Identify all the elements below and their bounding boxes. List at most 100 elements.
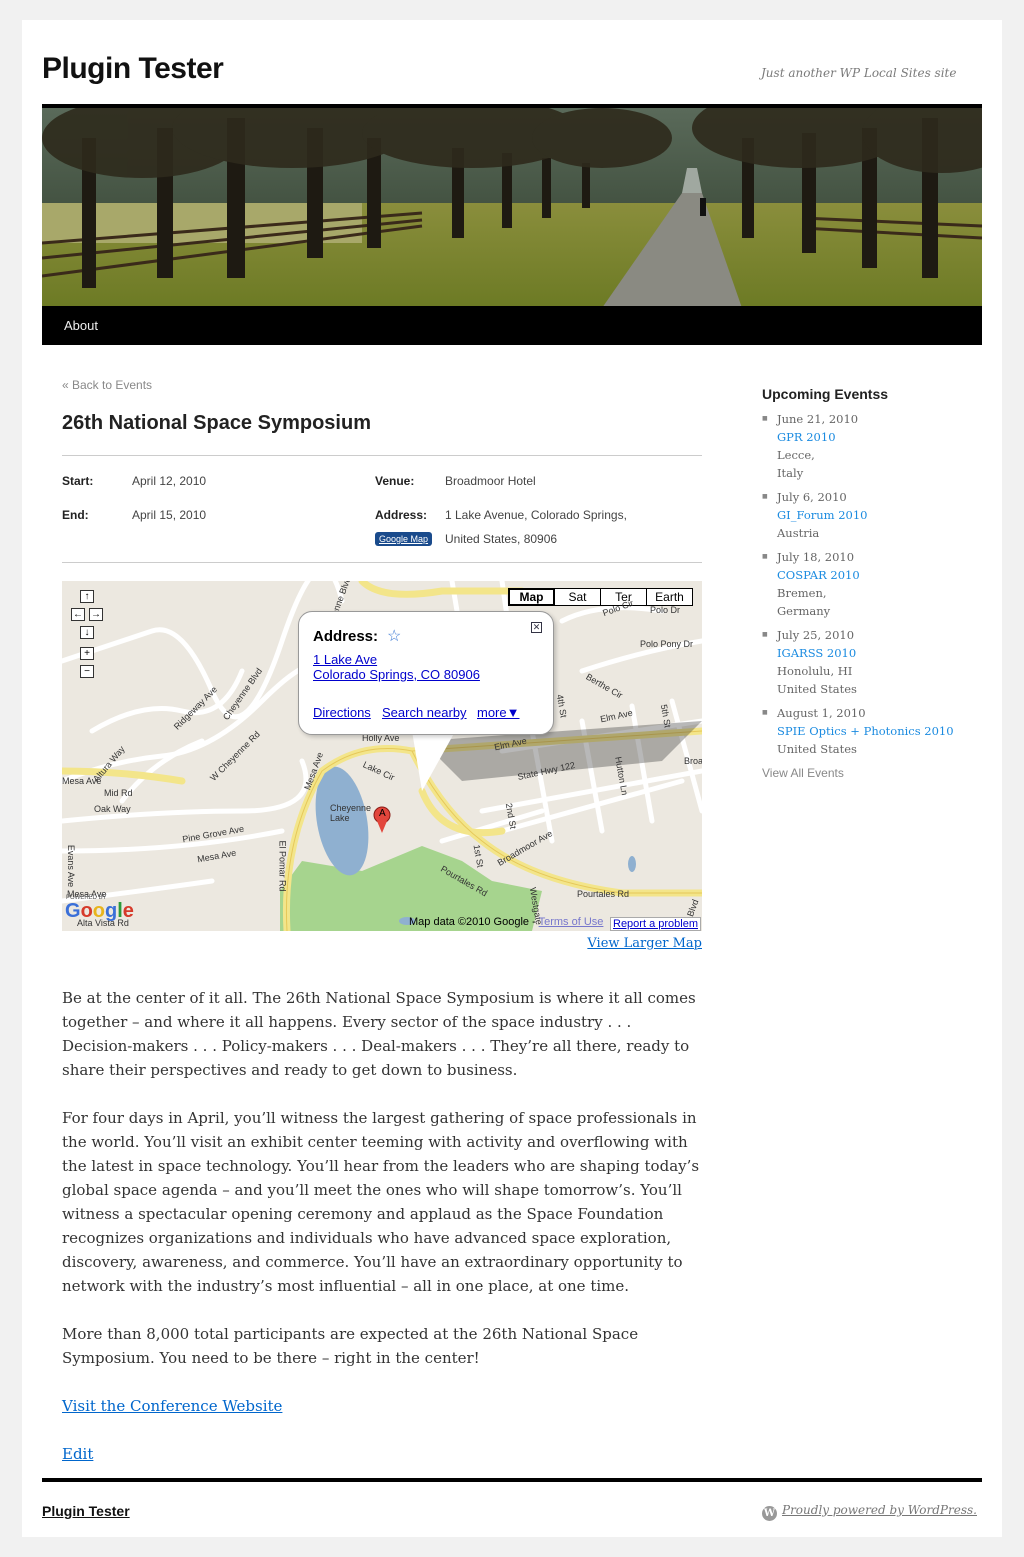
map-label: Pine Grove Ave bbox=[181, 823, 245, 845]
list-item: August 1, 2010 SPIE Optics + Photonics 2… bbox=[762, 704, 962, 758]
close-icon[interactable]: ✕ bbox=[531, 622, 542, 633]
site-footer: Plugin Tester W Proudly powered by WordPr… bbox=[42, 1478, 982, 1521]
event-description: Be at the center of it all. The 26th Nat… bbox=[62, 986, 702, 1490]
map-label: Broa bbox=[684, 756, 702, 766]
map-label: Polo Cir bbox=[601, 597, 635, 619]
paragraph: For four days in April, you’ll witness t… bbox=[62, 1109, 700, 1295]
paragraph: Be at the center of it all. The 26th Nat… bbox=[62, 989, 696, 1079]
address-label: Address: bbox=[375, 508, 428, 522]
more-link[interactable]: more▼ bbox=[477, 705, 520, 720]
event-title: 26th National Space Symposium bbox=[62, 412, 371, 434]
event-date: July 25, 2010 bbox=[777, 628, 855, 642]
info-window: Address: ☆ ✕ 1 Lake Ave Colorado Springs… bbox=[298, 611, 554, 735]
event-date: July 6, 2010 bbox=[777, 490, 847, 504]
map-label: Lake Cir bbox=[361, 759, 397, 783]
event-location: Austria bbox=[777, 526, 820, 540]
paragraph: More than 8,000 total participants are e… bbox=[62, 1325, 639, 1367]
info-address-line1[interactable]: 1 Lake Ave bbox=[313, 652, 377, 667]
event-link[interactable]: GI_Forum 2010 bbox=[777, 508, 867, 522]
start-value: April 12, 2010 bbox=[132, 474, 207, 488]
map-label: Oak Way bbox=[94, 804, 131, 814]
map-label: Pourtales Rd bbox=[577, 889, 630, 899]
map-label: State Hwy 122 bbox=[516, 760, 576, 782]
wordpress-icon: W bbox=[762, 1506, 777, 1521]
powered-by-wordpress-link[interactable]: W Proudly powered by WordPress. bbox=[762, 1503, 977, 1521]
google-map[interactable]: ↑ ← → ↓ + − Map Sat Ter Earth Cheyenne B… bbox=[62, 581, 702, 931]
map-label: Blvd bbox=[685, 898, 701, 918]
directions-link[interactable]: Directions bbox=[313, 705, 371, 720]
event-link[interactable]: SPIE Optics + Photonics 2010 bbox=[777, 724, 954, 738]
map-marker-a[interactable]: A bbox=[379, 808, 386, 819]
event-link[interactable]: GPR 2010 bbox=[777, 430, 836, 444]
map-label: 4th St bbox=[554, 693, 569, 719]
list-item: July 6, 2010 GI_Forum 2010 Austria bbox=[762, 488, 962, 542]
list-item: July 25, 2010 IGARSS 2010 Honolulu, HI U… bbox=[762, 626, 962, 698]
main-navigation: About bbox=[42, 306, 982, 345]
map-label: El Pomar Rd bbox=[277, 840, 288, 892]
event-location: Lecce, bbox=[777, 448, 815, 462]
map-label: Mesa Ave bbox=[196, 847, 237, 865]
event-location: Honolulu, HI bbox=[777, 664, 853, 678]
widget-title: Upcoming Eventss bbox=[762, 386, 889, 402]
map-label: Berthe Cir bbox=[584, 671, 625, 701]
map-label: Cheyenne Blvd bbox=[220, 666, 265, 722]
map-label: Cheyenne Lake bbox=[330, 803, 372, 823]
map-label: Mesa Ave bbox=[302, 750, 326, 792]
map-label: Hutton Ln bbox=[613, 755, 630, 797]
map-label: 5th St bbox=[658, 703, 673, 729]
back-to-events-link[interactable]: « Back to Events bbox=[62, 378, 152, 392]
footer-site-title[interactable]: Plugin Tester bbox=[42, 1503, 130, 1519]
info-window-title: Address: bbox=[313, 628, 379, 645]
header-image bbox=[42, 104, 982, 306]
event-meta: Start: April 12, 2010 End: April 15, 201… bbox=[62, 455, 702, 563]
sidebar: Upcoming Eventss June 21, 2010 GPR 2010 … bbox=[762, 386, 962, 782]
site-description: Just another WP Local Sites site bbox=[761, 66, 957, 80]
upcoming-events-list: June 21, 2010 GPR 2010 Lecce, Italy July… bbox=[762, 410, 962, 758]
nav-item-about[interactable]: About bbox=[64, 318, 98, 333]
event-date: June 21, 2010 bbox=[777, 412, 859, 426]
map-label: Broadmoor Ave bbox=[495, 828, 555, 868]
map-label: W Cheyenne Rd bbox=[208, 729, 262, 783]
event-location: Bremen, bbox=[777, 586, 827, 600]
map-label: Polo Pony Dr bbox=[640, 639, 694, 649]
map-label: Elm Ave bbox=[493, 735, 528, 753]
venue-value: Broadmoor Hotel bbox=[445, 474, 536, 488]
map-label: Polo Dr bbox=[650, 605, 681, 615]
view-all-events-link[interactable]: View All Events bbox=[762, 766, 844, 780]
map-label: 2nd St bbox=[503, 802, 519, 830]
map-label: 1st St bbox=[471, 843, 486, 869]
event-date: July 18, 2010 bbox=[777, 550, 855, 564]
map-label: Pourtales Rd bbox=[438, 863, 490, 899]
end-label: End: bbox=[62, 508, 89, 522]
site-title[interactable]: Plugin Tester bbox=[42, 52, 224, 86]
venue-label: Venue: bbox=[375, 474, 415, 488]
event-link[interactable]: COSPAR 2010 bbox=[777, 568, 860, 582]
google-map-badge[interactable]: Google Map bbox=[375, 532, 433, 546]
event-location: Germany bbox=[777, 604, 831, 618]
google-logo[interactable]: Google bbox=[65, 900, 134, 923]
conference-website-link[interactable]: Visit the Conference Website bbox=[62, 1397, 282, 1415]
map-label: Ridgeway Ave bbox=[171, 684, 220, 732]
map-label: Evans Ave bbox=[66, 844, 77, 888]
page: Plugin Tester Just another WP Local Site… bbox=[22, 20, 1002, 1537]
event-location: Italy bbox=[777, 466, 804, 480]
map-label: Mid Rd bbox=[104, 788, 133, 798]
list-item: June 21, 2010 GPR 2010 Lecce, Italy bbox=[762, 410, 962, 482]
view-larger-map-link[interactable]: View Larger Map bbox=[587, 936, 702, 951]
edit-link[interactable]: Edit bbox=[62, 1445, 93, 1463]
map-data-credit: Map data ©2010 Google - Terms of Use bbox=[409, 916, 604, 928]
event-link[interactable]: IGARSS 2010 bbox=[777, 646, 856, 660]
event-location: United States bbox=[777, 682, 857, 696]
search-nearby-link[interactable]: Search nearby bbox=[382, 705, 467, 720]
info-address-line2[interactable]: Colorado Springs, CO 80906 bbox=[313, 667, 480, 682]
terms-of-use-link[interactable]: Terms of Use bbox=[539, 916, 604, 928]
star-icon[interactable]: ☆ bbox=[387, 626, 401, 646]
event-location: United States bbox=[777, 742, 857, 756]
event-date: August 1, 2010 bbox=[777, 706, 866, 720]
start-label: Start: bbox=[62, 474, 94, 488]
map-label: Elm Ave bbox=[599, 707, 634, 725]
end-value: April 15, 2010 bbox=[132, 508, 207, 522]
report-problem-link[interactable]: Report a problem bbox=[610, 917, 701, 931]
address-line1: 1 Lake Avenue, Colorado Springs, bbox=[445, 508, 627, 522]
list-item: July 18, 2010 COSPAR 2010 Bremen, German… bbox=[762, 548, 962, 620]
